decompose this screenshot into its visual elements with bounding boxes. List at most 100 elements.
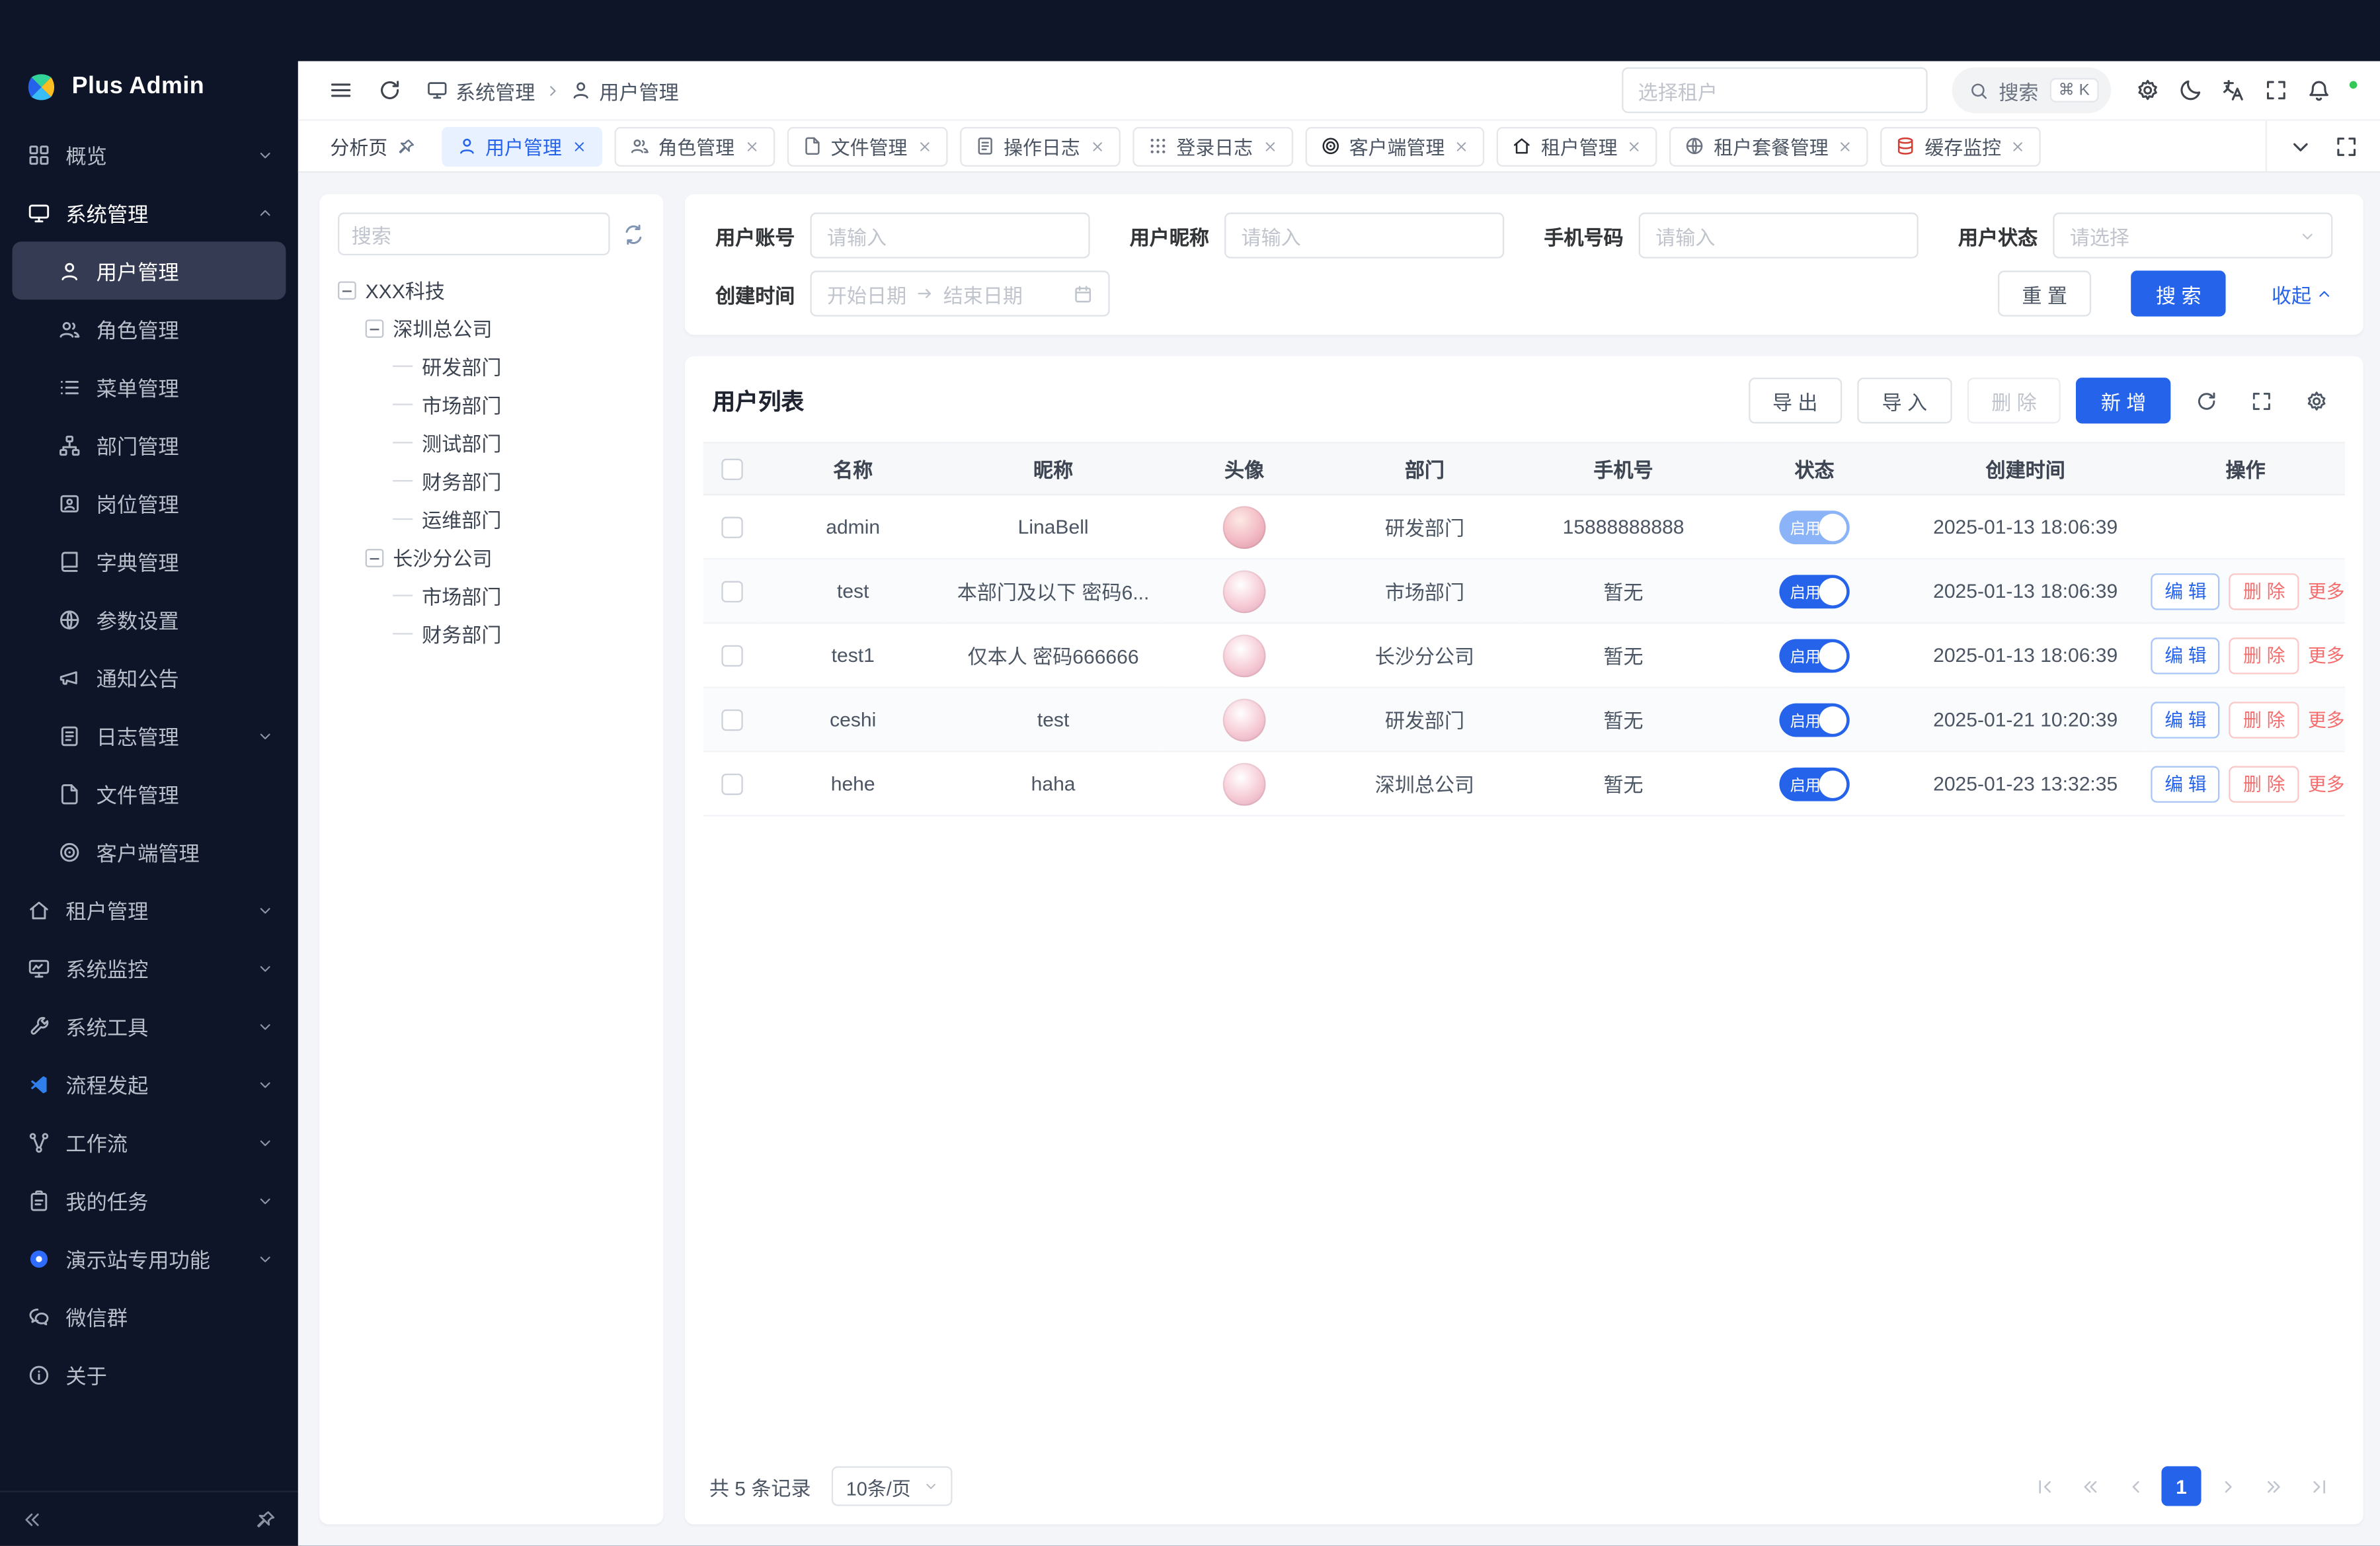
more-button[interactable]: 更多 xyxy=(2308,774,2345,795)
status-toggle[interactable]: 启用 xyxy=(1779,638,1849,672)
date-range-input[interactable]: 开始日期 结束日期 xyxy=(811,270,1110,316)
table-fullscreen-button[interactable] xyxy=(2241,381,2281,421)
sidebar-pin-icon[interactable] xyxy=(255,1508,276,1529)
tab-close-icon[interactable] xyxy=(916,138,932,153)
sidebar-item-概览[interactable]: 概览 xyxy=(12,126,286,184)
tab-租户套餐管理[interactable]: 租户套餐管理 xyxy=(1669,126,1868,166)
tree-node-市场部门[interactable]: 市场部门 xyxy=(338,386,645,424)
sidebar-item-租户管理[interactable]: 租户管理 xyxy=(12,881,286,939)
page-back-button[interactable] xyxy=(2070,1466,2110,1506)
filter-input-手机号码[interactable]: 请输入 xyxy=(1639,212,1919,258)
more-button[interactable]: 更多 xyxy=(2308,645,2345,667)
sidebar-item-系统管理[interactable]: 系统管理 xyxy=(12,183,286,241)
table-settings-button[interactable] xyxy=(2296,381,2336,421)
row-checkbox[interactable] xyxy=(721,645,742,667)
fullscreen-button[interactable] xyxy=(2254,69,2297,112)
row-checkbox[interactable] xyxy=(721,517,742,538)
gear-button[interactable] xyxy=(2126,69,2169,112)
bell-button[interactable] xyxy=(2297,69,2340,112)
row-checkbox[interactable] xyxy=(721,774,742,795)
page-size-select[interactable]: 10条/页 xyxy=(832,1466,952,1506)
breadcrumb-item-系统管理[interactable]: 系统管理 xyxy=(426,75,535,104)
tab-close-icon[interactable] xyxy=(1838,138,1853,153)
select-all-checkbox[interactable] xyxy=(721,459,742,480)
tree-node-测试部门[interactable]: 测试部门 xyxy=(338,423,645,462)
tree-node-深圳总公司[interactable]: 深圳总公司 xyxy=(338,309,645,347)
sidebar-item-菜单管理[interactable]: 菜单管理 xyxy=(12,358,286,416)
translate-button[interactable] xyxy=(2212,69,2255,112)
filter-input-用户昵称[interactable]: 请输入 xyxy=(1224,212,1504,258)
tree-node-财务部门[interactable]: 财务部门 xyxy=(338,615,645,653)
filter-select-用户状态[interactable]: 请选择 xyxy=(2053,212,2332,258)
page-last-button[interactable] xyxy=(2299,1466,2339,1506)
sidebar-item-参数设置[interactable]: 参数设置 xyxy=(12,590,286,649)
brand[interactable]: Plus Admin xyxy=(0,61,298,119)
tree-node-研发部门[interactable]: 研发部门 xyxy=(338,347,645,386)
page-forward-button[interactable] xyxy=(2253,1466,2293,1506)
page-prev-button[interactable] xyxy=(2116,1466,2155,1506)
import-button[interactable]: 导 入 xyxy=(1858,378,1952,423)
tab-用户管理[interactable]: 用户管理 xyxy=(441,126,602,166)
collapse-sidebar-icon[interactable] xyxy=(21,1508,42,1529)
tree-search-input[interactable]: 搜索 xyxy=(338,212,610,255)
tree-node-财务部门[interactable]: 财务部门 xyxy=(338,462,645,500)
tab-分析页[interactable]: 分析页 xyxy=(317,126,429,166)
sidebar-item-文件管理[interactable]: 文件管理 xyxy=(12,764,286,823)
tab-登录日志[interactable]: 登录日志 xyxy=(1132,126,1292,166)
status-toggle[interactable]: 启用 xyxy=(1779,767,1849,801)
sidebar-item-通知公告[interactable]: 通知公告 xyxy=(12,648,286,706)
page-first-button[interactable] xyxy=(2024,1466,2063,1506)
sidebar-item-部门管理[interactable]: 部门管理 xyxy=(12,416,286,474)
tree-collapse-icon[interactable] xyxy=(338,280,356,299)
sidebar-item-关于[interactable]: 关于 xyxy=(12,1346,286,1404)
batch-delete-button[interactable]: 删 除 xyxy=(1967,378,2061,423)
row-checkbox[interactable] xyxy=(721,581,742,602)
tab-close-icon[interactable] xyxy=(744,138,759,153)
filter-input-用户账号[interactable]: 请输入 xyxy=(811,212,1090,258)
edit-button[interactable]: 编 辑 xyxy=(2151,701,2221,737)
tab-close-icon[interactable] xyxy=(1454,138,1469,153)
row-delete-button[interactable]: 删 除 xyxy=(2229,637,2299,673)
row-checkbox[interactable] xyxy=(721,710,742,731)
status-toggle[interactable]: 启用 xyxy=(1779,702,1849,736)
sidebar-item-字典管理[interactable]: 字典管理 xyxy=(12,532,286,590)
tree-node-长沙分公司[interactable]: 长沙分公司 xyxy=(338,538,645,577)
status-toggle[interactable]: 启用 xyxy=(1779,510,1849,544)
more-button[interactable]: 更多 xyxy=(2308,710,2345,731)
page-number[interactable]: 1 xyxy=(2161,1466,2201,1506)
edit-button[interactable]: 编 辑 xyxy=(2151,765,2221,801)
tab-close-icon[interactable] xyxy=(1090,138,1105,153)
tab-fullscreen-button[interactable] xyxy=(2325,124,2368,167)
sidebar-item-岗位管理[interactable]: 岗位管理 xyxy=(12,474,286,532)
sidebar-item-流程发起[interactable]: 流程发起 xyxy=(12,1055,286,1113)
sidebar-item-工作流[interactable]: 工作流 xyxy=(12,1113,286,1171)
tree-refresh-icon[interactable] xyxy=(622,222,645,245)
tab-文件管理[interactable]: 文件管理 xyxy=(787,126,947,166)
table-refresh-button[interactable] xyxy=(2186,381,2225,421)
sidebar-item-系统工具[interactable]: 系统工具 xyxy=(12,997,286,1055)
tab-租户管理[interactable]: 租户管理 xyxy=(1497,126,1657,166)
tab-close-icon[interactable] xyxy=(1626,138,1642,153)
moon-button[interactable] xyxy=(2169,69,2212,112)
row-delete-button[interactable]: 删 除 xyxy=(2229,701,2299,737)
tab-close-icon[interactable] xyxy=(2010,138,2026,153)
tab-操作日志[interactable]: 操作日志 xyxy=(959,126,1120,166)
sidebar-item-系统监控[interactable]: 系统监控 xyxy=(12,939,286,997)
tab-close-icon[interactable] xyxy=(571,138,586,153)
edit-button[interactable]: 编 辑 xyxy=(2151,573,2221,609)
export-button[interactable]: 导 出 xyxy=(1748,378,1842,423)
sidebar-item-微信群[interactable]: 微信群 xyxy=(12,1287,286,1346)
reset-button[interactable]: 重 置 xyxy=(1997,270,2091,316)
more-button[interactable]: 更多 xyxy=(2308,581,2345,602)
tab-缓存监控[interactable]: 缓存监控 xyxy=(1880,126,2041,166)
refresh-page-button[interactable] xyxy=(368,69,411,112)
row-delete-button[interactable]: 删 除 xyxy=(2229,573,2299,609)
tree-node-运维部门[interactable]: 运维部门 xyxy=(338,500,645,538)
tree-collapse-icon[interactable] xyxy=(366,319,384,337)
tenant-select[interactable]: 选择租户 xyxy=(1621,67,1926,113)
breadcrumb-item-用户管理[interactable]: 用户管理 xyxy=(570,75,678,104)
search-button[interactable]: 搜 索 xyxy=(2131,270,2225,316)
tree-node-市场部门[interactable]: 市场部门 xyxy=(338,577,645,615)
status-toggle[interactable]: 启用 xyxy=(1779,574,1849,608)
sidebar-item-客户端管理[interactable]: 客户端管理 xyxy=(12,823,286,881)
